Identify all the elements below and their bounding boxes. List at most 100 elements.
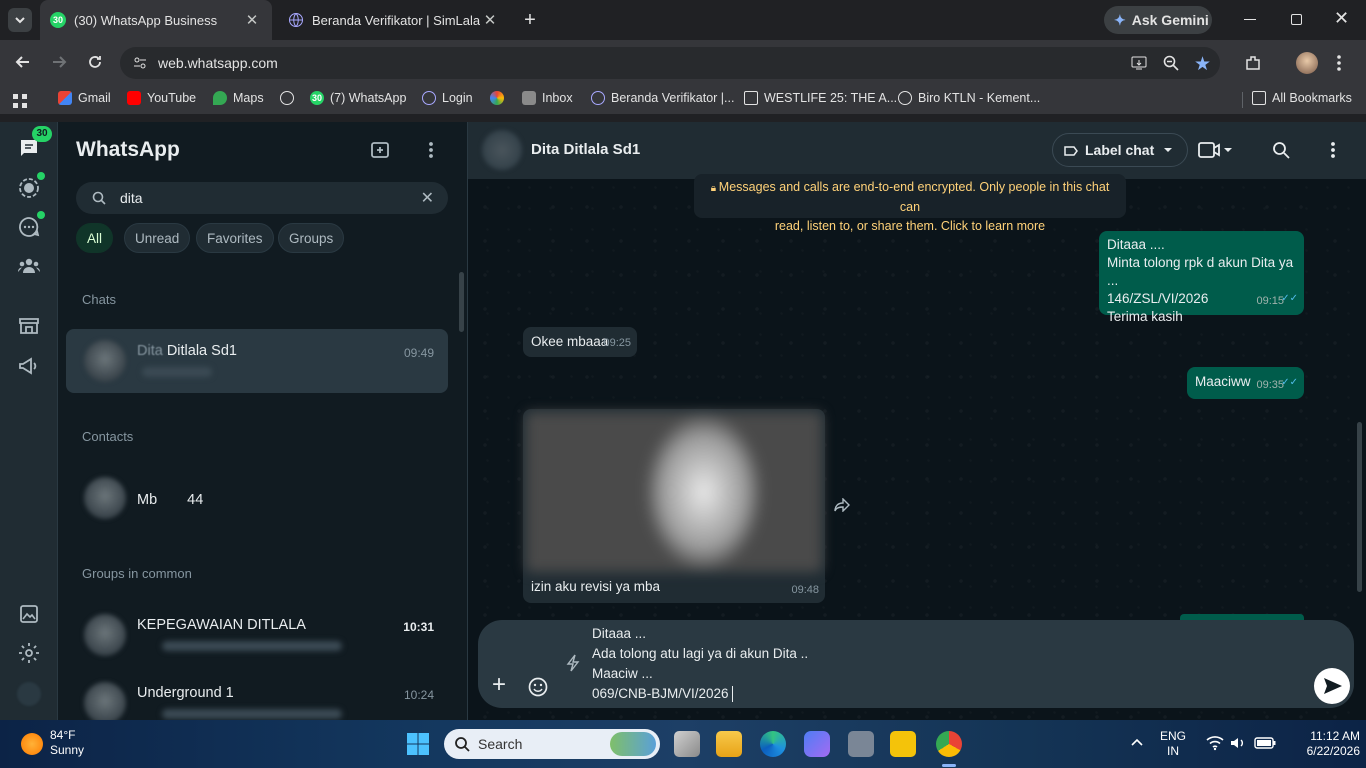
bookmark-youtube[interactable]: YouTube xyxy=(127,91,196,105)
filter-favorites[interactable]: Favorites xyxy=(196,223,274,253)
sticker-emoji-icon[interactable] xyxy=(528,677,548,697)
contact-name[interactable]: Dita Ditlala Sd1 xyxy=(531,141,640,158)
whatsapp-favicon-icon: 30 xyxy=(50,12,66,28)
back-icon[interactable] xyxy=(14,53,32,71)
tab-search-chevron-icon[interactable] xyxy=(8,8,32,32)
address-bar-input[interactable]: web.whatsapp.com xyxy=(120,47,1220,79)
apps-grid-icon[interactable] xyxy=(12,93,28,109)
bookmark-westlife[interactable]: WESTLIFE 25: THE A... xyxy=(744,91,897,105)
contact-avatar[interactable] xyxy=(482,130,522,170)
channels-icon[interactable] xyxy=(17,215,41,239)
attach-plus-icon[interactable]: + xyxy=(492,673,506,697)
quick-replies-icon[interactable] xyxy=(566,654,580,672)
profile-avatar-rail[interactable] xyxy=(17,682,41,706)
window-close-icon[interactable]: ✕ xyxy=(1334,8,1354,32)
tab-whatsapp-business[interactable]: 30 (30) WhatsApp Business ✕ xyxy=(40,0,272,40)
chat-row[interactable]: Dita Ditlala Sd1 09:49 xyxy=(66,329,448,393)
bookmark-login[interactable]: Login xyxy=(422,91,473,105)
bookmark-inbox[interactable]: Inbox xyxy=(522,91,573,105)
tray-chevron-up-icon[interactable] xyxy=(1130,737,1144,747)
bookmark-star-icon[interactable]: ★ xyxy=(1194,53,1211,76)
message-incoming-image[interactable]: izin aku revisi ya mba 09:48 xyxy=(523,409,825,603)
edge-icon[interactable] xyxy=(760,731,786,757)
windows-start-icon[interactable] xyxy=(406,732,430,756)
weather-sun-icon[interactable] xyxy=(21,733,43,755)
group-preview-blurred xyxy=(162,709,342,719)
message-composer[interactable]: Ditaaa ... Ada tolong atu lagi ya di aku… xyxy=(478,620,1354,708)
bookmark-beranda[interactable]: Beranda Verifikator |... xyxy=(591,91,734,105)
tab-beranda-verifikator[interactable]: Beranda Verifikator | SimLala ✕ xyxy=(278,0,510,40)
label-chat-text: Label chat xyxy=(1085,142,1155,158)
camera-icon[interactable] xyxy=(848,731,874,757)
wifi-icon[interactable] xyxy=(1206,735,1224,751)
bookmark-divider xyxy=(1242,92,1243,108)
forward-icon[interactable] xyxy=(50,53,68,71)
bookmark-pinwheel[interactable] xyxy=(490,91,510,105)
sidebar-scrollbar[interactable] xyxy=(459,272,464,332)
settings-gear-icon[interactable] xyxy=(17,641,41,665)
group-time: 10:24 xyxy=(403,688,434,702)
message-outgoing[interactable]: Maaciww 09:35 ✓✓ xyxy=(1187,367,1304,399)
chat-search-icon[interactable] xyxy=(1272,141,1290,159)
filter-unread[interactable]: Unread xyxy=(124,223,191,253)
bookmark-label: WESTLIFE 25: THE A... xyxy=(764,91,898,105)
new-tab-icon[interactable]: + xyxy=(520,10,540,30)
copilot-icon[interactable] xyxy=(804,731,830,757)
encryption-notice[interactable]: 🔒︎ Messages and calls are end-to-end enc… xyxy=(694,174,1126,233)
ask-gemini-button[interactable]: ✦ Ask Gemini xyxy=(1104,6,1212,34)
sticky-notes-icon[interactable] xyxy=(890,731,916,757)
file-explorer-icon[interactable] xyxy=(716,731,742,757)
minimize-icon[interactable] xyxy=(1244,19,1256,20)
send-button[interactable] xyxy=(1314,668,1350,704)
contact-row[interactable]: Mb 44 xyxy=(66,466,448,530)
search-input[interactable]: dita ✕ xyxy=(76,182,448,214)
globe-icon xyxy=(898,91,912,105)
sidebar-menu-icon[interactable] xyxy=(428,140,434,160)
reload-icon[interactable] xyxy=(86,53,104,71)
extensions-icon[interactable] xyxy=(1244,54,1262,72)
taskbar-search-input[interactable]: Search xyxy=(444,729,660,759)
all-bookmarks-button[interactable]: All Bookmarks xyxy=(1252,91,1352,105)
bookmark-biro-ktln[interactable]: Biro KTLN - Kement... xyxy=(898,91,1040,105)
bookmark-whatsapp[interactable]: 30 (7) WhatsApp xyxy=(310,91,406,105)
browser-menu-icon[interactable] xyxy=(1336,52,1342,74)
bookmark-globe[interactable] xyxy=(280,91,300,105)
clock[interactable]: 11:12 AM 6/22/2026 xyxy=(1284,729,1360,759)
chat-scrollbar[interactable] xyxy=(1357,422,1362,592)
video-call-icon[interactable] xyxy=(1198,140,1232,160)
message-incoming[interactable]: Okee mbaaa 09:25 xyxy=(523,327,637,357)
label-chat-button[interactable]: Label chat xyxy=(1052,133,1188,167)
weather-widget[interactable]: 84°F Sunny xyxy=(50,728,84,758)
message-line: Maaciww xyxy=(1195,374,1251,389)
chrome-icon[interactable] xyxy=(936,731,962,757)
language-indicator[interactable]: ENG IN xyxy=(1160,729,1186,759)
zoom-icon[interactable] xyxy=(1162,54,1180,72)
weather-temp: 84°F xyxy=(50,728,76,742)
message-outgoing[interactable]: Ditaaa .... Minta tolong rpk d akun Dita… xyxy=(1099,231,1304,324)
profile-avatar[interactable] xyxy=(1296,52,1318,74)
all-bookmarks-label: All Bookmarks xyxy=(1272,91,1352,105)
filter-groups[interactable]: Groups xyxy=(278,223,345,253)
megaphone-icon[interactable] xyxy=(17,354,41,378)
maximize-icon[interactable] xyxy=(1291,14,1302,25)
forward-icon[interactable] xyxy=(834,498,850,512)
tab-close-icon[interactable]: ✕ xyxy=(480,11,500,29)
bookmark-gmail[interactable]: Gmail xyxy=(58,91,111,105)
media-gallery-icon[interactable] xyxy=(17,602,41,626)
bookmark-maps[interactable]: Maps xyxy=(213,91,264,105)
blurred-image[interactable] xyxy=(526,412,822,572)
clear-search-icon[interactable]: ✕ xyxy=(421,188,434,208)
communities-icon[interactable] xyxy=(17,254,41,278)
battery-icon[interactable] xyxy=(1254,737,1276,749)
install-app-icon[interactable] xyxy=(1130,54,1148,72)
chat-menu-icon[interactable] xyxy=(1330,140,1336,160)
filter-all[interactable]: All xyxy=(76,223,114,253)
status-icon[interactable] xyxy=(17,176,41,200)
tab-close-icon[interactable]: ✕ xyxy=(242,11,262,29)
new-chat-icon[interactable] xyxy=(370,139,392,161)
catalog-store-icon[interactable] xyxy=(17,314,41,338)
site-info-icon[interactable] xyxy=(132,55,148,71)
volume-icon[interactable] xyxy=(1230,736,1246,750)
group-row[interactable]: KEPEGAWAIAN DITLALA 10:31 xyxy=(66,603,448,667)
task-view-icon[interactable] xyxy=(674,731,700,757)
